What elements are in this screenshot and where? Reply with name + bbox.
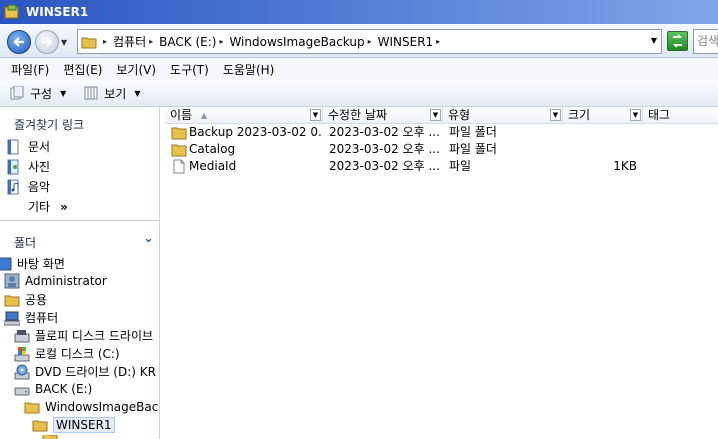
file-row[interactable]: Catalog 2023-03-02 오후 ... 파일 폴더 [165,141,718,158]
column-name-filter-dropdown[interactable]: ▼ [310,109,321,121]
folder-icon [171,144,187,157]
address-bar[interactable]: ▸ 컴퓨터 ▸ BACK (E:) ▸ WindowsImageBackup ▸ WI… [77,29,662,54]
folder-icon [171,127,187,140]
file-date: 2023-03-02 오후 ... [329,125,439,139]
local-disk-icon [14,346,30,361]
address-row: ▼ ▸ 컴퓨터 ▸ BACK (E:) ▸ WindowsImageBackup ▸ … [0,24,718,58]
folder-icon [42,435,58,439]
breadcrumb-computer[interactable]: 컴퓨터 ▸ [113,33,156,50]
views-dropdown-arrow: ▼ [134,88,141,98]
menu-tools[interactable]: 도구(T) [163,61,216,78]
file-date: 2023-03-02 오후 ... [329,159,439,173]
forward-arrow-icon [42,37,53,47]
favorite-links-header: 즐겨찾기 링크 [14,118,85,132]
organize-icon [10,86,24,100]
menu-view[interactable]: 보기(V) [109,61,163,78]
tree-item-local-disk-c[interactable]: 로컬 디스크 (C:) [14,345,120,362]
tree-item-computer[interactable]: 컴퓨터 [4,309,58,326]
organize-dropdown-arrow: ▼ [60,88,67,98]
file-name: Catalog [189,142,236,156]
file-type: 파일 [449,159,472,173]
folder-icon [4,295,20,306]
file-name: MediaId [189,159,237,173]
organize-button[interactable]: 구성 ▼ [10,85,66,102]
documents-icon [7,139,19,154]
column-type[interactable]: 유형 ▼ [443,107,563,124]
folder-app-icon [4,4,19,19]
window-title: WINSER1 [26,5,89,19]
tree-item-public[interactable]: 공용 [4,291,47,308]
views-button[interactable]: 보기 ▼ [84,85,141,102]
breadcrumb-back-drive[interactable]: BACK (E:) ▸ [159,35,226,49]
search-input[interactable]: 검색 [693,29,718,54]
dvd-icon [14,364,30,379]
desktop-icon [0,257,12,270]
floppy-icon [14,329,30,342]
column-header-row: 이름 ▲ ▼ 수정한 날짜 ▼ 유형 ▼ 크기 ▼ 태그 [165,107,718,124]
tree-item-partial [42,435,63,439]
drive-icon [14,387,30,396]
favorite-pictures[interactable]: 사진 [6,158,50,175]
file-size: 1KB [613,159,637,173]
command-toolbar: 구성 ▼ 보기 ▼ [0,80,718,107]
navigation-pane: 즐겨찾기 링크 문서 사진 음악 기타» 폴더 ⌄ 바탕 화면 Administ… [0,107,160,439]
computer-icon [4,311,20,325]
file-date: 2023-03-02 오후 ... [329,142,439,156]
menu-bar: 파일(F) 편집(E) 보기(V) 도구(T) 도움말(H) [0,58,718,80]
folder-icon [24,402,40,414]
views-icon [84,86,98,100]
column-type-filter-dropdown[interactable]: ▼ [550,109,561,121]
pictures-icon [7,159,19,174]
column-date-modified[interactable]: 수정한 날짜 ▼ [323,107,443,124]
column-date-filter-dropdown[interactable]: ▼ [430,109,441,121]
views-label: 보기 [104,86,127,101]
menu-edit[interactable]: 편집(E) [56,61,109,78]
forward-button[interactable] [35,30,59,54]
back-button[interactable] [7,30,31,54]
file-row[interactable]: Backup 2023-03-02 0... 2023-03-02 오후 ...… [165,124,718,141]
music-icon [7,179,19,194]
breadcrumb-windowsimagebackup[interactable]: WindowsImageBackup ▸ [229,35,374,49]
tree-item-winser1[interactable]: WINSER1 [32,417,115,433]
file-type: 파일 폴더 [449,142,497,156]
menu-help[interactable]: 도움말(H) [216,61,282,78]
menu-file[interactable]: 파일(F) [4,61,56,78]
folder-icon [81,37,97,48]
folders-header[interactable]: 폴더 ⌄ [0,228,159,250]
column-size[interactable]: 크기 ▼ [563,107,643,124]
refresh-icon [672,34,683,48]
file-row[interactable]: MediaId 2023-03-02 오후 ... 파일 1KB [165,158,718,175]
favorite-music[interactable]: 음악 [6,178,50,195]
column-size-filter-dropdown[interactable]: ▼ [630,109,641,121]
organize-label: 구성 [30,86,53,101]
address-history-dropdown[interactable]: ▼ [651,36,657,45]
folders-collapse-chevron-icon[interactable]: ⌄ [143,231,154,246]
more-favorites-button[interactable]: 기타» [28,198,68,215]
breadcrumb-root-arrow[interactable]: ▸ [103,37,110,46]
tree-item-dvd-d[interactable]: DVD 드라이브 (D:) KR [14,363,156,380]
tree-item-windowsimagebackup[interactable]: WindowsImageBack [24,399,159,415]
refresh-button[interactable] [667,31,688,51]
file-icon [173,159,185,174]
back-arrow-icon [13,37,24,47]
title-bar: WINSER1 [0,0,718,24]
user-folder-icon [4,273,20,289]
favorite-documents[interactable]: 문서 [6,138,50,155]
more-chevron-icon: » [60,200,68,214]
recent-pages-dropdown[interactable]: ▼ [61,38,67,47]
file-type: 파일 폴더 [449,125,497,139]
tree-item-floppy[interactable]: 플로피 디스크 드라이브 [14,327,153,344]
tree-item-desktop[interactable]: 바탕 화면 [0,255,65,272]
tree-item-back-e[interactable]: BACK (E:) [14,381,92,397]
file-name: Backup 2023-03-02 0... [189,125,321,139]
column-tags[interactable]: 태그 [643,107,718,124]
breadcrumb-winser1[interactable]: WINSER1 ▸ [378,35,444,49]
tree-item-administrator[interactable]: Administrator [4,273,107,289]
folder-icon [32,420,48,432]
column-name[interactable]: 이름 ▲ ▼ [165,107,323,124]
sort-ascending-icon: ▲ [201,111,208,120]
pane-divider [0,220,159,221]
